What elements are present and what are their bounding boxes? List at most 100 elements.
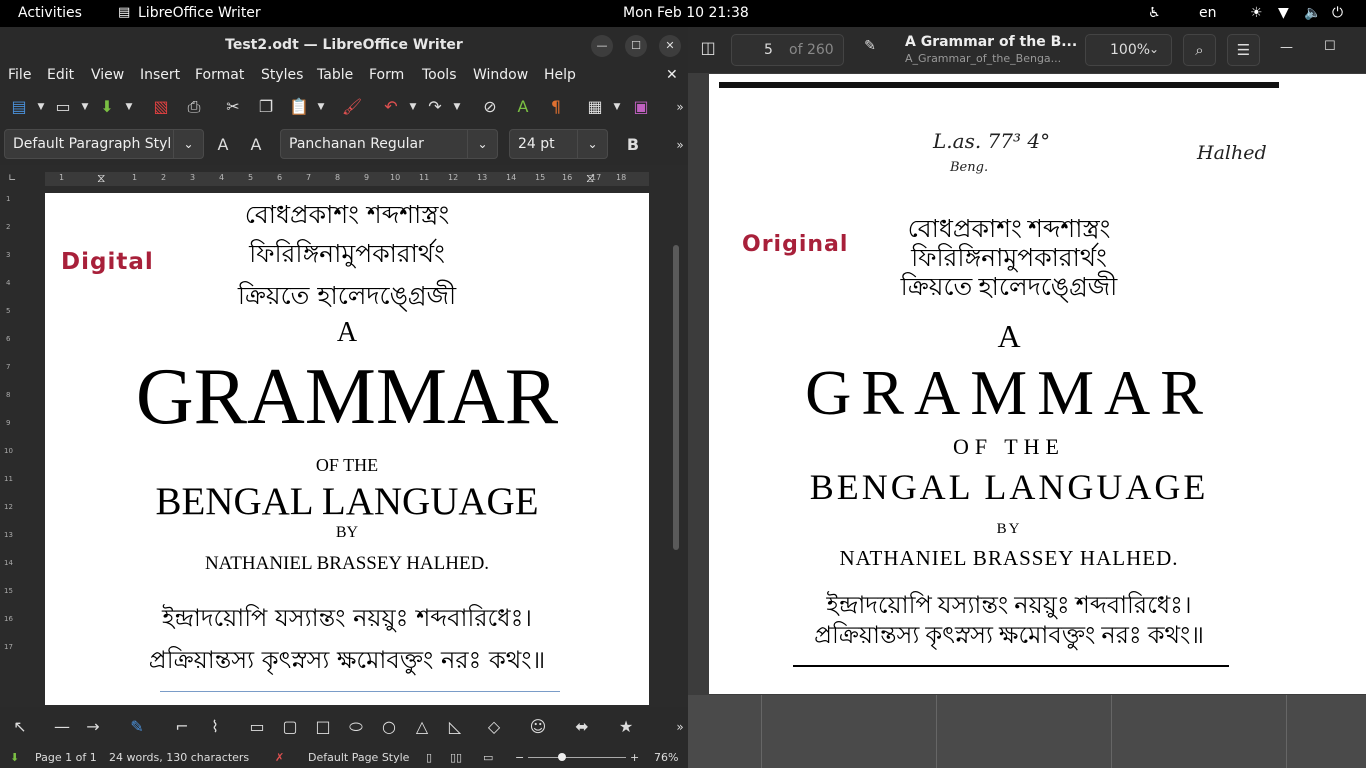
language-icon[interactable]: ✗	[275, 751, 284, 764]
update-style-icon[interactable]: A	[212, 134, 234, 156]
vertical-ruler[interactable]: 1 2 3 4 5 6 7 8 9 10 11 12 13 14 15 16 1…	[0, 193, 22, 705]
block-arrows-icon[interactable]: ⬌	[571, 716, 593, 738]
print-icon[interactable]: ⎙	[183, 96, 205, 118]
scrollbar-thumb[interactable]	[673, 245, 679, 550]
page-thumbnail-strip[interactable]	[688, 695, 1366, 768]
minimize-button[interactable]: —	[591, 35, 613, 57]
maximize-button[interactable]: ☐	[625, 35, 647, 57]
clone-formatting-icon[interactable]: 🖌	[341, 96, 363, 118]
square-icon[interactable]: □	[312, 716, 334, 738]
open-icon[interactable]: ▭	[52, 96, 74, 118]
paragraph-style-select[interactable]: Default Paragraph Styl ⌄	[4, 129, 204, 159]
sidebar-toggle-icon[interactable]: ◫	[696, 38, 720, 62]
zoom-slider-handle[interactable]	[558, 753, 566, 761]
close-button[interactable]: ✕	[659, 35, 681, 57]
menu-file[interactable]: File	[8, 67, 31, 83]
undo-icon[interactable]: ↶	[380, 96, 402, 118]
table-dropdown-icon[interactable]: ▼	[606, 96, 628, 118]
zoom-in-icon[interactable]: +	[630, 751, 639, 764]
menu-tools[interactable]: Tools	[422, 67, 457, 83]
hamburger-menu-icon[interactable]: ☰	[1227, 34, 1260, 66]
zoom-level[interactable]: 76%	[654, 751, 678, 764]
save-icon[interactable]: ⬇	[96, 96, 118, 118]
multi-page-view-icon[interactable]: ▯▯	[450, 751, 462, 764]
paste-icon[interactable]: 📋	[288, 96, 310, 118]
right-indent-marker[interactable]: ⧖	[586, 171, 594, 186]
keyboard-layout[interactable]: en	[1199, 5, 1217, 21]
annotate-pen-icon[interactable]: ✎	[858, 38, 882, 62]
formatting-marks-icon[interactable]: ¶	[545, 96, 567, 118]
left-indent-marker[interactable]: ⧖	[97, 171, 105, 186]
tab-stop-icon[interactable]: ∟	[8, 173, 16, 184]
font-size-select[interactable]: 24 pt ⌄	[509, 129, 608, 159]
power-icon[interactable]: ⏻	[1332, 5, 1343, 21]
find-replace-icon[interactable]: ⊘	[479, 96, 501, 118]
curve-icon[interactable]: ✎	[126, 716, 148, 738]
line-arrow-icon[interactable]: →	[82, 716, 104, 738]
volume-icon[interactable]: 🔈	[1304, 5, 1321, 21]
zoom-select[interactable]: 100% ⌄	[1085, 34, 1172, 66]
single-page-view-icon[interactable]: ▯	[426, 751, 432, 764]
rectangle-icon[interactable]: ▭	[246, 716, 268, 738]
viewer-minimize-button[interactable]: —	[1280, 40, 1293, 55]
chevron-down-icon[interactable]: ⌄	[577, 130, 607, 158]
select-pointer-icon[interactable]: ↖	[9, 716, 31, 738]
menu-format[interactable]: Format	[195, 67, 244, 83]
rounded-rectangle-icon[interactable]: ▢	[279, 716, 301, 738]
new-document-icon[interactable]: ▤	[8, 96, 30, 118]
undo-dropdown-icon[interactable]: ▼	[402, 96, 424, 118]
open-dropdown-icon[interactable]: ▼	[74, 96, 96, 118]
viewer-maximize-button[interactable]: ☐	[1324, 39, 1336, 54]
line-icon[interactable]: —	[51, 716, 73, 738]
insert-table-icon[interactable]: ▦	[584, 96, 606, 118]
chevron-down-icon[interactable]: ⌄	[173, 130, 203, 158]
connector-icon[interactable]: ⌐	[171, 716, 193, 738]
menu-form[interactable]: Form	[369, 67, 404, 83]
menu-help[interactable]: Help	[544, 67, 576, 83]
brightness-icon[interactable]: ☀	[1250, 5, 1263, 21]
zoom-out-icon[interactable]: −	[515, 751, 524, 764]
right-triangle-icon[interactable]: ◺	[444, 716, 466, 738]
menu-table[interactable]: Table	[317, 67, 353, 83]
ellipse-icon[interactable]: ⬭	[345, 716, 367, 738]
polygon-icon[interactable]: ⌇	[204, 716, 226, 738]
save-dropdown-icon[interactable]: ▼	[118, 96, 140, 118]
zoom-slider-track[interactable]	[528, 757, 626, 758]
triangle-icon[interactable]: △	[411, 716, 433, 738]
menu-edit[interactable]: Edit	[47, 67, 74, 83]
paste-dropdown-icon[interactable]: ▼	[310, 96, 332, 118]
app-menu-icon[interactable]: ▤	[118, 5, 130, 20]
new-dropdown-icon[interactable]: ▼	[30, 96, 52, 118]
new-style-icon[interactable]: A	[245, 134, 267, 156]
menu-insert[interactable]: Insert	[140, 67, 180, 83]
wifi-icon[interactable]: ▼	[1278, 5, 1289, 21]
circle-icon[interactable]: ○	[378, 716, 400, 738]
spelling-icon[interactable]: A	[512, 96, 534, 118]
insert-image-icon[interactable]: ▣	[630, 96, 652, 118]
page-count[interactable]: Page 1 of 1	[35, 751, 97, 764]
accessibility-icon[interactable]: ♿	[1148, 5, 1161, 21]
current-page-input[interactable]: 5	[764, 42, 773, 58]
stars-icon[interactable]: ★	[615, 716, 637, 738]
word-count[interactable]: 24 words, 130 characters	[109, 751, 249, 764]
menu-window[interactable]: Window	[473, 67, 528, 83]
document-saved-icon[interactable]: ⬇	[10, 751, 19, 764]
menu-styles[interactable]: Styles	[261, 67, 303, 83]
scanned-page[interactable]: Original L.as. 77³ 4° Beng. Halhed বোধপ্…	[709, 74, 1366, 694]
search-icon[interactable]: ⌕	[1183, 34, 1216, 66]
activities-button[interactable]: Activities	[18, 5, 82, 21]
cut-icon[interactable]: ✂	[222, 96, 244, 118]
vertical-scrollbar[interactable]	[670, 193, 682, 705]
font-name-select[interactable]: Panchanan Regular ⌄	[280, 129, 498, 159]
clock[interactable]: Mon Feb 10 21:38	[623, 5, 749, 21]
page-number-box[interactable]: 5 of 260	[731, 34, 844, 66]
document-canvas[interactable]: Digital বোধপ্রকাশং শব্দশাস্ত্রং ফিরিঙ্গি…	[22, 193, 670, 705]
book-view-icon[interactable]: ▭	[483, 751, 493, 764]
redo-icon[interactable]: ↷	[424, 96, 446, 118]
horizontal-ruler[interactable]: ∟ 1 1 2 3 4 5 6 7 8 9 10 11 12 13 14 15 …	[0, 169, 688, 191]
page-style[interactable]: Default Page Style	[308, 751, 409, 764]
copy-icon[interactable]: ❐	[255, 96, 277, 118]
basic-shapes-icon[interactable]: ◇	[483, 716, 505, 738]
chevron-down-icon[interactable]: ⌄	[467, 130, 497, 158]
redo-dropdown-icon[interactable]: ▼	[446, 96, 468, 118]
